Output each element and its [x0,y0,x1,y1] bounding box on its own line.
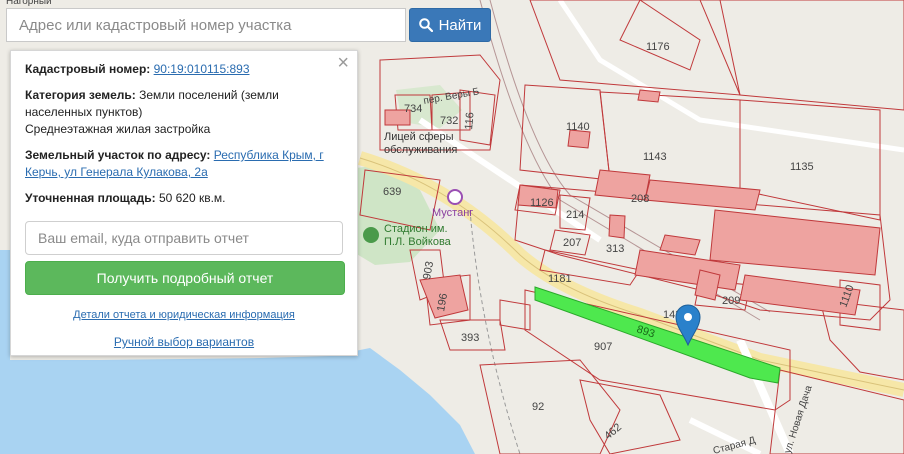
cadastral-number-link[interactable]: 90:19:010115:893 [154,62,250,76]
category-label: Категория земель: [25,88,136,102]
poi-label: обслуживания [384,144,457,156]
search-input[interactable] [7,9,405,41]
parcel-label: 393 [461,332,479,344]
area-value: 50 620 кв.м. [158,191,226,205]
parcel-label: 1140 [566,121,590,133]
parcel-label: 209 [722,295,740,307]
report-details-link[interactable]: Детали отчета и юридическая информация [25,309,343,321]
stadium-icon [363,227,379,243]
parcel-label: 208 [631,193,649,205]
search-button[interactable]: Найти [409,8,491,42]
close-icon[interactable]: × [337,53,349,73]
poi-label: П.Л. Войкова [384,236,452,248]
poi-label: Лицей сферы [384,131,454,143]
map-fragment-label: Нагорный [6,0,52,7]
parcel-label: 1143 [643,151,667,163]
parcel-label: 207 [563,237,581,249]
search-box [6,8,406,42]
usage-value: Среднеэтажная жилая застройка [25,122,211,136]
manual-selection-link[interactable]: Ручной выбор вариантов [25,335,343,349]
parcel-label: 1181 [548,273,572,285]
category-row: Категория земель: Земли поселений (земли… [25,87,343,138]
email-field[interactable] [25,221,343,255]
poi-label: Мустанг [432,207,473,219]
get-report-button[interactable]: Получить подробный отчет [25,261,345,295]
poi-icon [447,189,463,205]
parcel-label: 116 [463,112,476,131]
parcel-label: 92 [532,401,544,413]
area-row: Уточненная площадь: 50 620 кв.м. [25,190,343,207]
parcel-label: 1135 [790,161,814,173]
address-label: Земельный участок по адресу: [25,148,211,162]
parcel-label: 732 [440,115,458,127]
parcel-label: 639 [383,186,401,198]
parcel-label: 1176 [646,41,670,53]
poi-label: Стадион им. [384,223,448,235]
area-label: Уточненная площадь: [25,191,156,205]
search-button-label: Найти [438,16,482,34]
parcel-label: 214 [566,209,584,221]
parcel-label: 907 [594,341,612,353]
search-icon [418,18,433,32]
address-row: Земельный участок по адресу: Республика … [25,147,343,181]
parcel-label: 734 [404,103,422,115]
parcel-label: 1126 [530,197,554,209]
cadastral-row: Кадастровый номер: 90:19:010115:893 [25,61,343,78]
parcel-info-panel: × Кадастровый номер: 90:19:010115:893 Ка… [10,50,358,356]
cadastral-label: Кадастровый номер: [25,62,151,76]
parcel-label: 313 [606,243,624,255]
